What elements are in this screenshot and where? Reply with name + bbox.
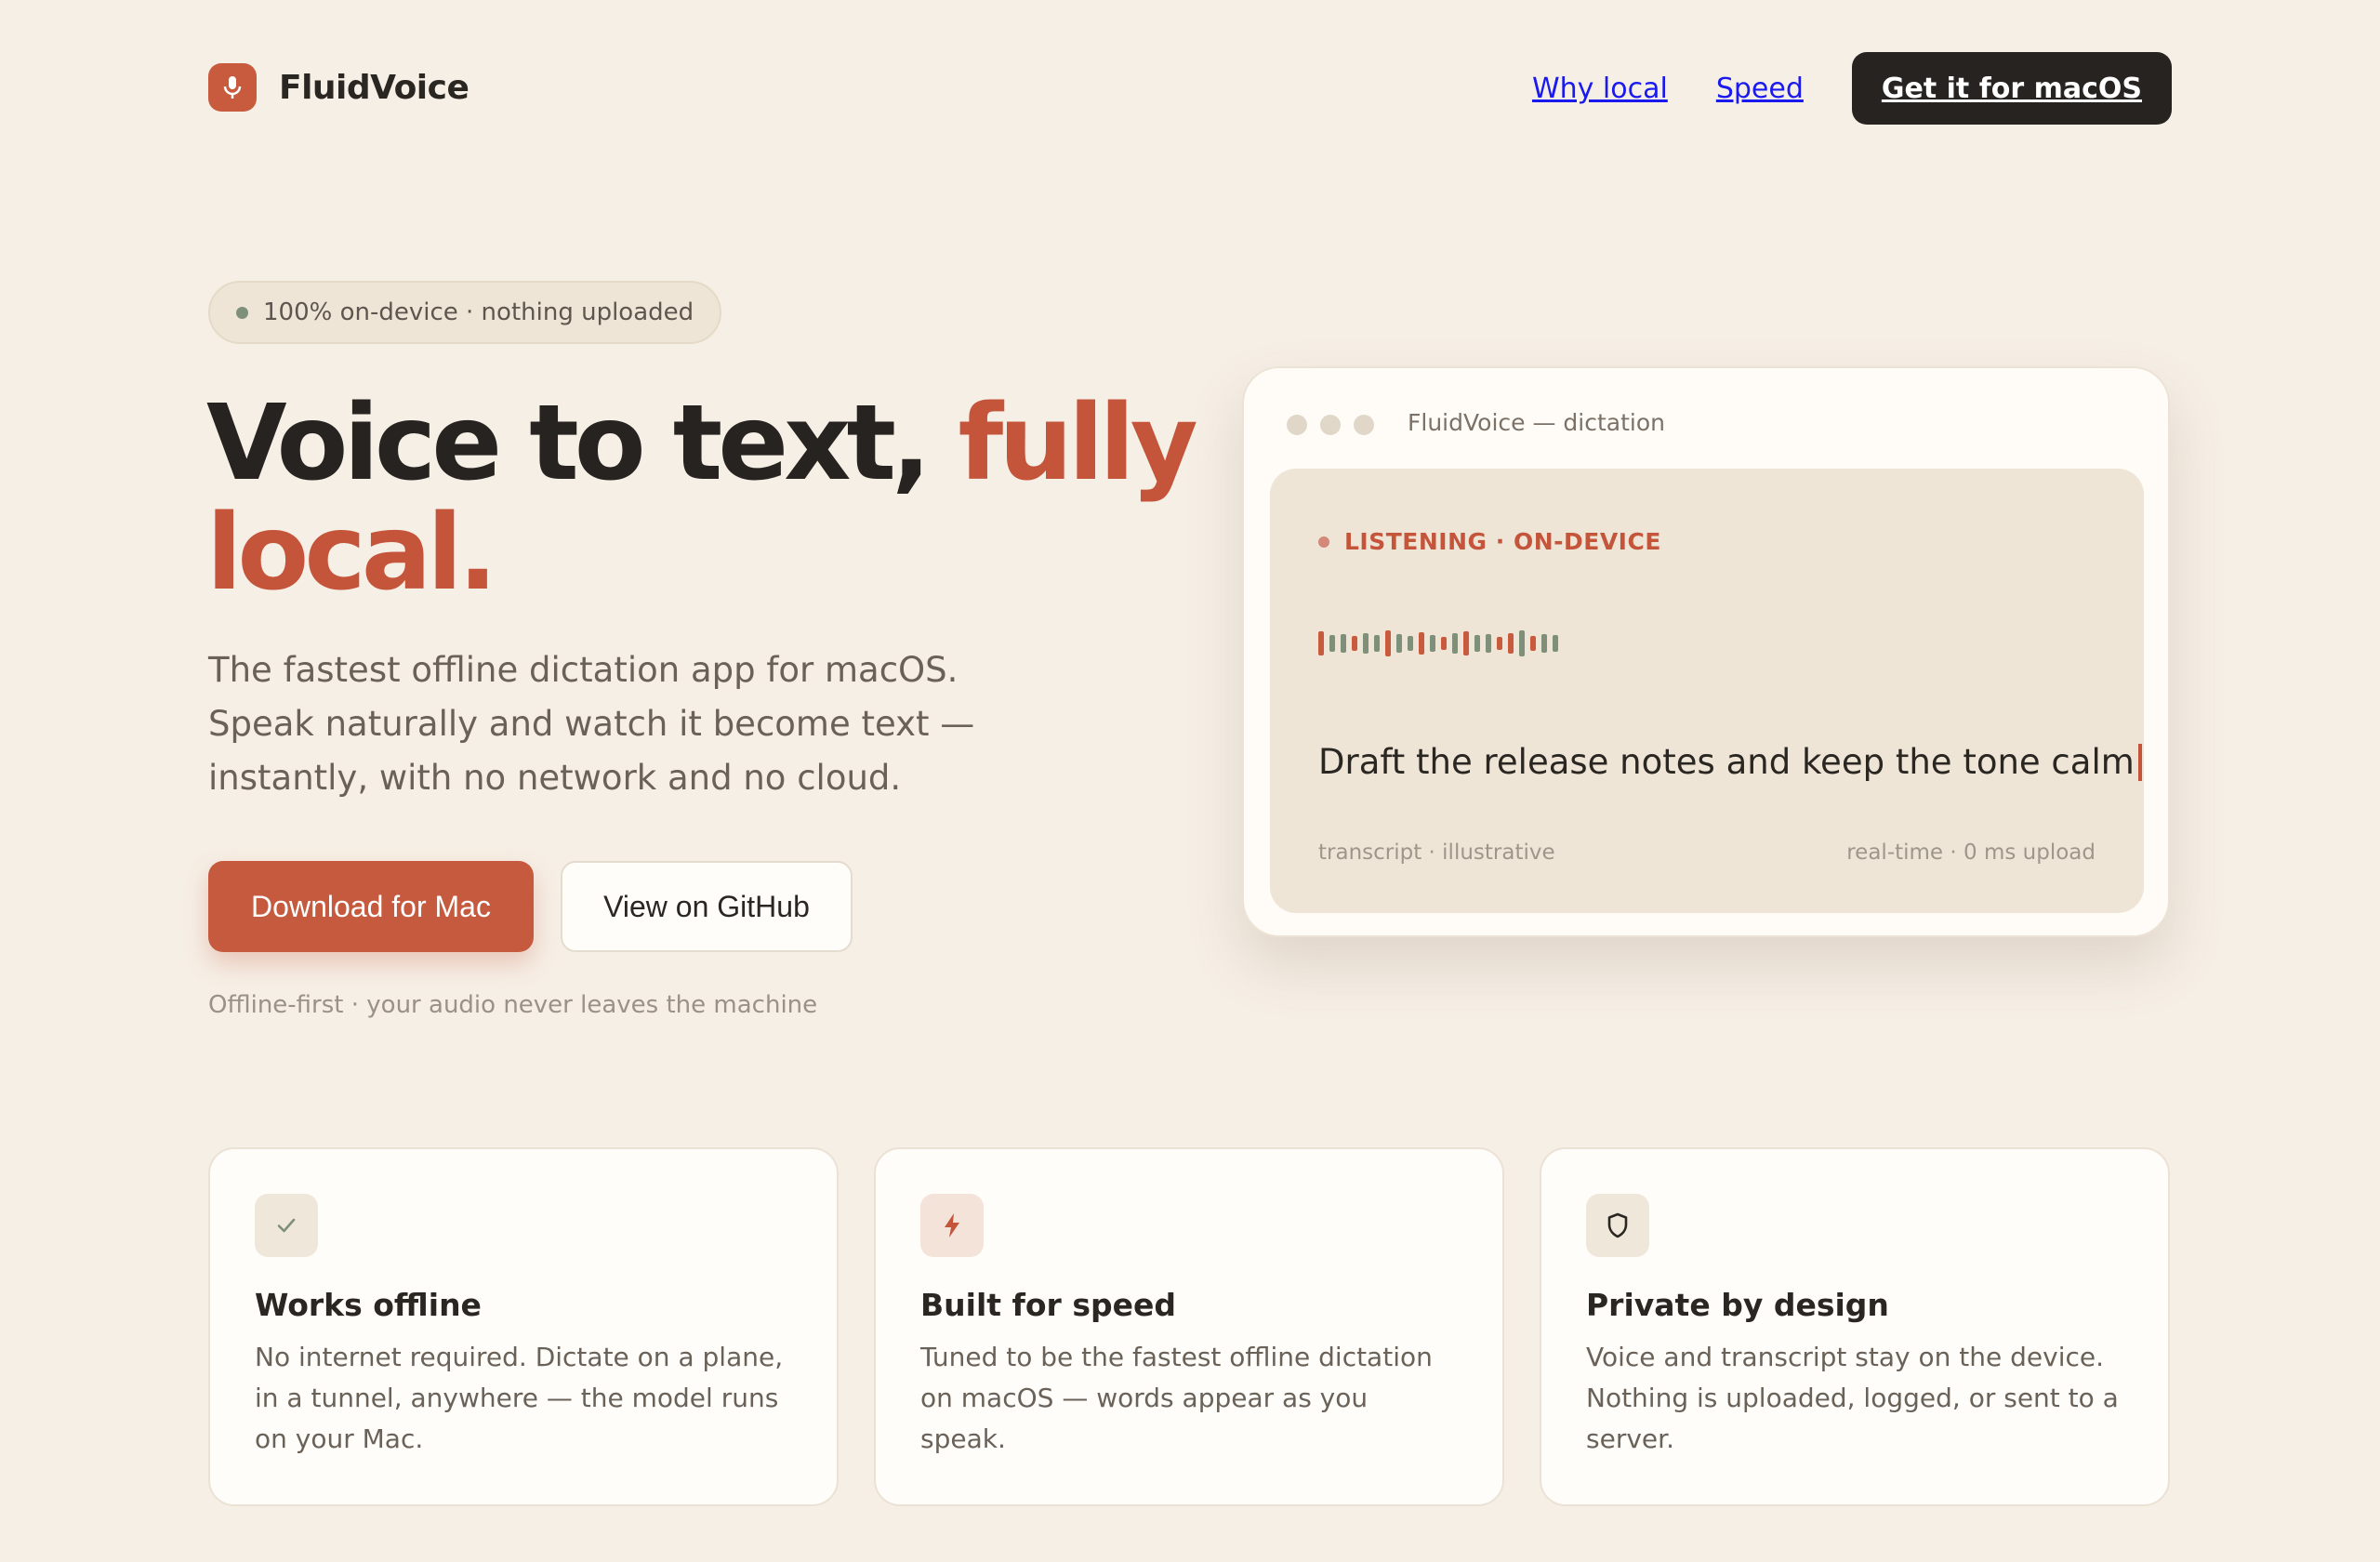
shield-icon — [1586, 1194, 1649, 1257]
window-dot-icon — [1287, 415, 1307, 435]
hero-footnote: Offline-first · your audio never leaves … — [208, 991, 818, 1019]
nav-link-speed[interactable]: Speed — [1716, 73, 1804, 105]
waveform-bar — [1519, 630, 1525, 656]
window-dot-icon — [1354, 415, 1374, 435]
feature-title: Works offline — [255, 1287, 482, 1323]
get-it-for-macos-button[interactable]: Get it for macOS — [1851, 52, 2172, 125]
feature-card-speed: Built for speed Tuned to be the fastest … — [874, 1147, 1504, 1506]
waveform-bar — [1553, 635, 1558, 652]
feature-body: Tuned to be the fastest offline dictatio… — [920, 1342, 1433, 1454]
waveform-bar — [1530, 636, 1536, 651]
headline-accent-local: local. — [206, 493, 497, 614]
waveform-bar — [1497, 637, 1502, 650]
feature-title: Private by design — [1586, 1287, 1889, 1323]
waveform-bar — [1541, 634, 1547, 653]
text-caret — [2137, 743, 2142, 781]
waveform-bar — [1329, 635, 1335, 652]
audio-waveform-icon — [1318, 629, 1558, 658]
bolt-icon — [920, 1194, 984, 1257]
waveform-bar — [1363, 633, 1368, 654]
brand-name: FluidVoice — [279, 68, 469, 107]
status-dot — [236, 306, 248, 319]
feature-body: Voice and transcript stay on the device.… — [1586, 1342, 2119, 1454]
nav-link-why-local[interactable]: Why local — [1532, 73, 1668, 105]
dictation-panel: LISTENING · ON-DEVICE Draft the release … — [1270, 469, 2144, 913]
microphone-icon — [208, 63, 257, 112]
transcript-text: Draft the release notes and keep the ton… — [1318, 742, 2142, 782]
top-nav: Why local Speed Get it for macOS — [1532, 52, 2172, 125]
brand-logo[interactable]: FluidVoice — [208, 63, 469, 112]
waveform-bar — [1318, 631, 1324, 655]
status-label: LISTENING · ON-DEVICE — [1344, 528, 1661, 555]
feature-title: Built for speed — [920, 1287, 1176, 1323]
view-on-github-button[interactable]: View on GitHub — [561, 861, 853, 952]
check-icon — [255, 1194, 318, 1257]
waveform-bar — [1352, 636, 1357, 651]
waveform-bar — [1463, 631, 1469, 655]
waveform-bar — [1430, 635, 1435, 652]
headline-part1: Voice to text, — [206, 383, 932, 504]
window-dot-icon — [1320, 415, 1341, 435]
waveform-bar — [1474, 635, 1480, 652]
on-device-badge: 100% on-device · nothing uploaded — [208, 281, 722, 344]
waveform-bar — [1341, 634, 1346, 653]
headline-accent-fully: fully — [958, 383, 1198, 504]
hero-headline: Voice to text, fully local. — [206, 389, 1198, 608]
feature-card-privacy: Private by design Voice and transcript s… — [1540, 1147, 2170, 1506]
waveform-bar — [1374, 635, 1380, 652]
upload-stat: real-time · 0 ms upload — [1846, 841, 2096, 865]
download-for-mac-button[interactable]: Download for Mac — [208, 861, 534, 952]
transcript-content: Draft the release notes and keep the ton… — [1318, 742, 2135, 782]
waveform-bar — [1508, 633, 1514, 654]
badge-label: 100% on-device · nothing uploaded — [263, 298, 694, 326]
transcript-note: transcript · illustrative — [1318, 841, 1555, 865]
listening-status: LISTENING · ON-DEVICE — [1318, 528, 1661, 555]
waveform-bar — [1385, 630, 1391, 656]
feature-card-offline: Works offline No internet required. Dict… — [208, 1147, 839, 1506]
recording-dot-icon — [1318, 536, 1329, 548]
waveform-bar — [1486, 634, 1491, 653]
waveform-bar — [1452, 633, 1458, 654]
waveform-bar — [1419, 632, 1424, 655]
window-title: FluidVoice — dictation — [1408, 409, 1665, 436]
waveform-bar — [1408, 636, 1413, 651]
window-traffic-lights — [1287, 415, 1374, 435]
feature-body: No internet required. Dictate on a plane… — [255, 1342, 784, 1454]
waveform-bar — [1441, 637, 1447, 650]
dictation-window-preview: FluidVoice — dictation LISTENING · ON-DE… — [1242, 366, 2170, 937]
hero-subhead: The fastest offline dictation app for ma… — [208, 650, 975, 798]
waveform-bar — [1396, 634, 1402, 653]
